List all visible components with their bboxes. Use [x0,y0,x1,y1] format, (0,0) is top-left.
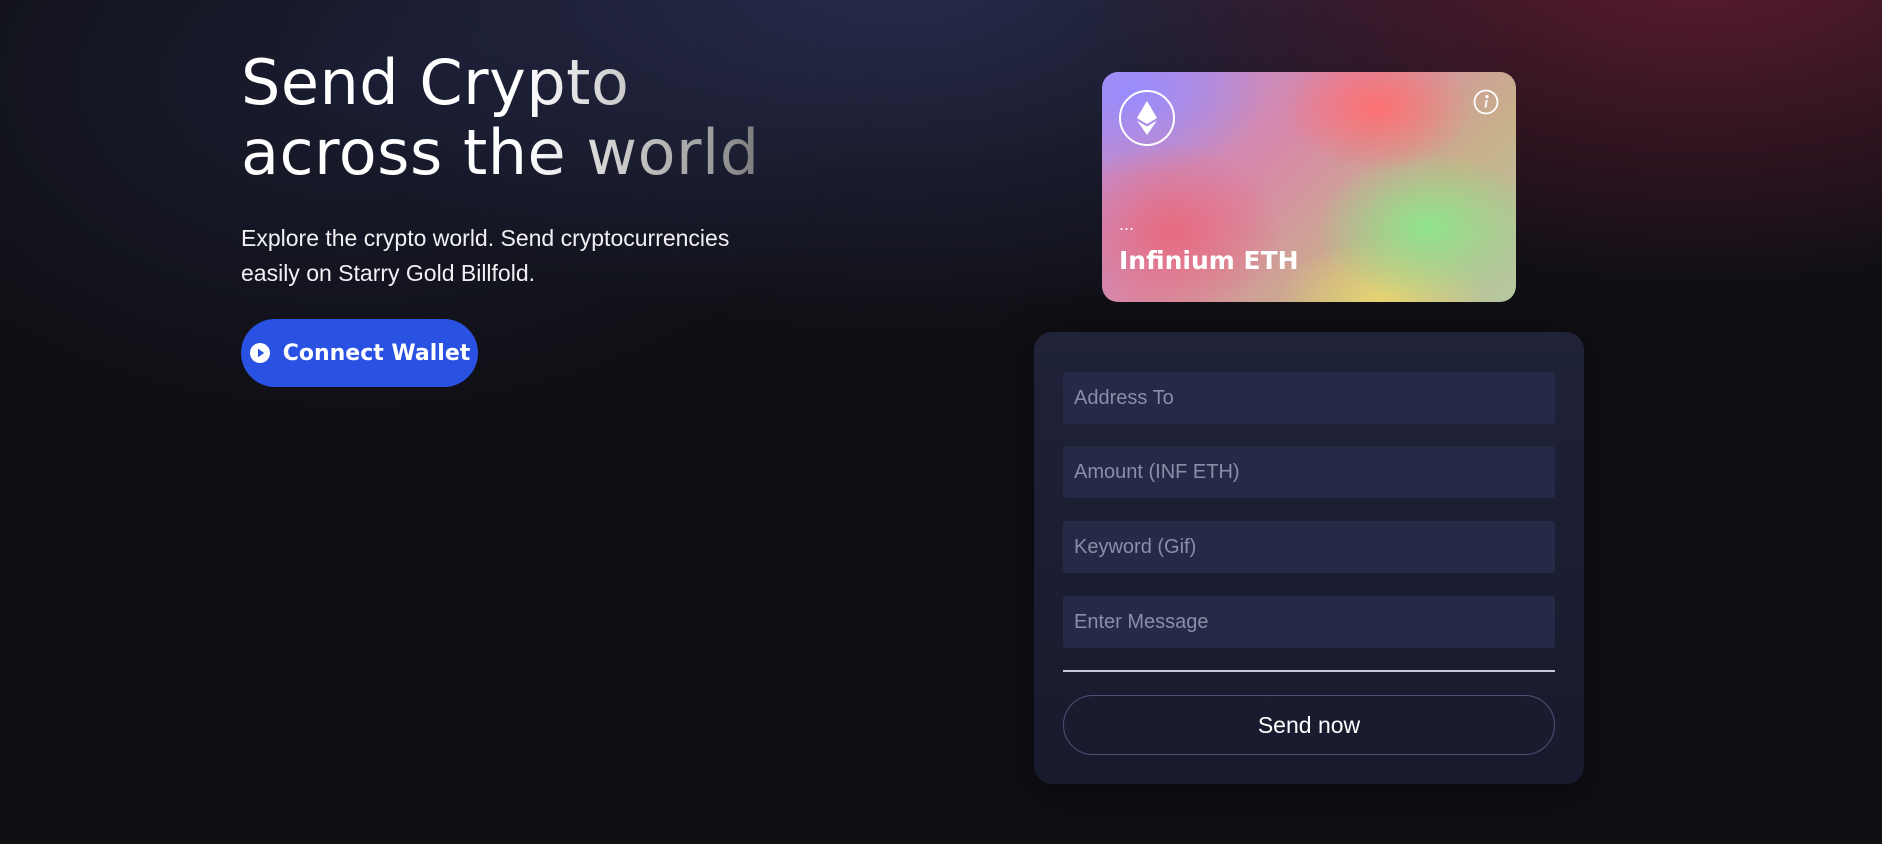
message-input[interactable] [1063,596,1555,648]
play-circle-icon [249,342,271,364]
ethereum-icon [1119,90,1175,146]
amount-input[interactable] [1063,446,1555,498]
eth-card: ... Infinium ETH [1102,72,1516,302]
hero-title-line-1: Send Crypto [241,46,630,119]
address-to-input[interactable] [1063,372,1555,424]
keyword-input[interactable] [1063,521,1555,573]
hero-subtitle: Explore the crypto world. Send cryptocur… [241,225,730,286]
hero-section: Send Crypto across the world Explore the… [241,48,801,291]
hero-title: Send Crypto across the world [241,48,801,188]
send-now-button[interactable]: Send now [1063,695,1555,755]
card-address: ... [1119,214,1135,234]
form-divider [1063,670,1555,672]
hero-title-line-2: across the world [241,116,760,189]
connect-wallet-button[interactable]: Connect Wallet [241,319,478,387]
info-icon[interactable] [1473,89,1499,115]
send-form: Send now [1034,332,1584,784]
connect-wallet-label: Connect Wallet [282,340,471,366]
card-name: Infinium ETH [1119,246,1299,275]
